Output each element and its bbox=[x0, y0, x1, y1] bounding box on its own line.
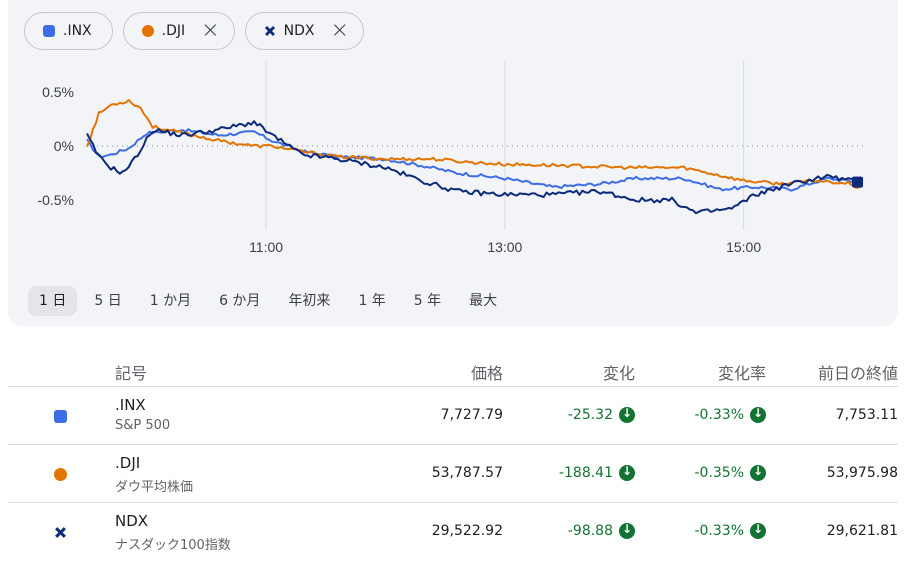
table-row[interactable]: .DJI ダウ平均株価 53,787.57 -188.41 -0.35% 53,… bbox=[8, 445, 898, 503]
x-tick-label: 15:00 bbox=[726, 239, 761, 255]
table-row[interactable]: .INX S&P 500 7,727.79 -25.32 -0.33% 7,75… bbox=[8, 387, 898, 445]
row-prev-close: 53,975.98 bbox=[826, 465, 898, 481]
period-max[interactable]: 最大 bbox=[458, 286, 508, 316]
circle-marker-icon bbox=[54, 468, 67, 481]
period-1y[interactable]: 1 年 bbox=[347, 286, 396, 316]
row-name: ナスダック100指数 bbox=[115, 538, 231, 553]
row-name: S&P 500 bbox=[115, 418, 171, 433]
change-value: -188.41 bbox=[558, 465, 613, 481]
quote-table: 記号 価格 変化 変化率 前日の終値 .INX S&P 500 7,727.79… bbox=[8, 350, 898, 561]
period-1m[interactable]: 1 か月 bbox=[139, 286, 202, 316]
close-icon[interactable]: × bbox=[201, 20, 219, 42]
period-selector: 1 日 5 日 1 か月 6 か月 年初来 1 年 5 年 最大 bbox=[28, 286, 508, 316]
y-tick-label: -0.5% bbox=[37, 192, 74, 208]
row-change-pct: -0.33% bbox=[694, 406, 766, 423]
arrow-down-icon bbox=[619, 406, 635, 423]
chip-dji[interactable]: .DJI × bbox=[122, 12, 235, 50]
row-symbol: NDX bbox=[115, 512, 149, 530]
series-line-ndx bbox=[86, 120, 858, 215]
chip-label: NDX bbox=[283, 23, 315, 39]
row-price: 29,522.92 bbox=[431, 523, 503, 539]
square-marker-icon bbox=[54, 410, 67, 423]
period-1d[interactable]: 1 日 bbox=[28, 286, 78, 316]
row-name: ダウ平均株価 bbox=[115, 480, 194, 495]
header-price: 価格 bbox=[470, 364, 503, 383]
row-prev-close: 29,621.81 bbox=[826, 523, 898, 539]
row-symbol: .DJI bbox=[115, 454, 141, 472]
header-change: 変化 bbox=[602, 364, 635, 383]
change-pct-value: -0.33% bbox=[694, 523, 744, 539]
chip-inx[interactable]: .INX bbox=[24, 12, 113, 50]
row-price: 7,727.79 bbox=[440, 407, 503, 423]
period-5d[interactable]: 5 日 bbox=[83, 286, 132, 316]
series-line-dji bbox=[86, 99, 858, 186]
table-row[interactable]: NDX ナスダック100指数 29,522.92 -98.88 -0.33% 2… bbox=[8, 503, 898, 561]
arrow-down-icon bbox=[750, 464, 766, 481]
header-change-pct: 変化率 bbox=[717, 364, 766, 383]
period-6m[interactable]: 6 か月 bbox=[208, 286, 271, 316]
arrow-down-icon bbox=[750, 522, 766, 539]
series-line-inx bbox=[86, 128, 858, 192]
chip-label: .INX bbox=[63, 23, 92, 39]
period-5y[interactable]: 5 年 bbox=[403, 286, 452, 316]
change-pct-value: -0.33% bbox=[694, 407, 744, 423]
x-tick-label: 13:00 bbox=[487, 239, 522, 255]
y-tick-label: 0.5% bbox=[42, 84, 74, 100]
header-prev-close: 前日の終値 bbox=[817, 364, 898, 383]
row-prev-close: 7,753.11 bbox=[835, 407, 898, 423]
x-tick-label: 11:00 bbox=[249, 239, 283, 255]
period-ytd[interactable]: 年初来 bbox=[277, 286, 341, 316]
circle-marker-icon bbox=[141, 25, 154, 37]
chip-ndx[interactable]: NDX × bbox=[244, 12, 364, 50]
cross-marker-icon bbox=[55, 527, 66, 538]
arrow-down-icon bbox=[750, 406, 766, 423]
chip-label: .DJI bbox=[161, 23, 186, 39]
y-tick-label: 0% bbox=[54, 138, 74, 154]
change-value: -98.88 bbox=[567, 523, 613, 539]
series-end-marker bbox=[852, 176, 864, 188]
comparison-chips: .INX .DJI × NDX × bbox=[24, 12, 364, 50]
row-change-pct: -0.35% bbox=[694, 464, 766, 481]
cross-marker-icon bbox=[264, 26, 275, 36]
row-symbol: .INX bbox=[115, 396, 146, 414]
row-change: -25.32 bbox=[567, 406, 635, 423]
row-price: 53,787.57 bbox=[431, 465, 503, 481]
row-change-pct: -0.33% bbox=[694, 522, 766, 539]
change-value: -25.32 bbox=[567, 407, 613, 423]
row-change: -98.88 bbox=[567, 522, 635, 539]
line-chart[interactable]: 11:00 13:00 15:00 0.5% 0% -0.5% bbox=[8, 50, 898, 270]
arrow-down-icon bbox=[619, 522, 635, 539]
change-pct-value: -0.35% bbox=[694, 465, 744, 481]
arrow-down-icon bbox=[619, 464, 635, 481]
row-change: -188.41 bbox=[558, 464, 635, 481]
close-icon[interactable]: × bbox=[330, 20, 348, 42]
table-header: 記号 価格 変化 変化率 前日の終値 bbox=[8, 350, 898, 387]
header-symbol: 記号 bbox=[115, 364, 148, 383]
square-marker-icon bbox=[43, 25, 55, 37]
